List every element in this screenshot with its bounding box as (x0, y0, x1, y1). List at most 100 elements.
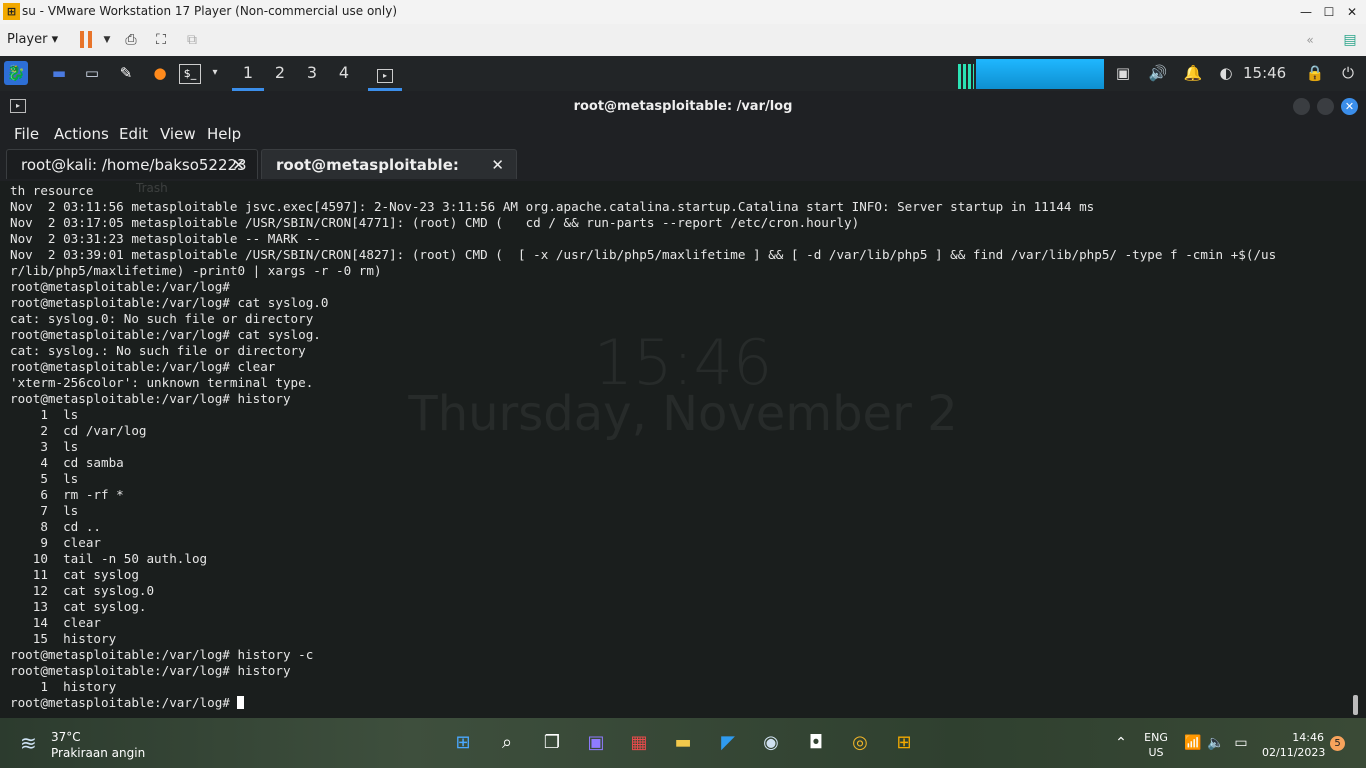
terminal-line: 12 cat syslog.0 (32, 583, 155, 598)
steam-icon[interactable]: ◉ (758, 730, 784, 756)
terminal-maximize-button[interactable] (1317, 98, 1334, 115)
volume-icon[interactable]: 🔊 (1146, 61, 1170, 85)
search-icon[interactable]: ⌕ (494, 730, 520, 756)
terminal-line: 6 rm -rf * (40, 487, 124, 502)
terminal-dropdown-icon[interactable]: ▾ (203, 61, 227, 85)
terminal-tab-bar: root@kali: /home/bakso52223 ✕ root@metas… (0, 147, 1366, 204)
kali-top-panel: 🐉 ▬ ▭ ✎ ● $_ ▾ 1 2 3 4 ▸ ▣ 🔊 🔔 ◐ 15:46 🔒… (0, 56, 1366, 91)
system-time: 14:46 (1292, 731, 1324, 744)
screen-icon[interactable]: ▣ (1111, 61, 1135, 85)
terminal-line: cat: syslog.0: No such file or directory (10, 311, 314, 326)
menu-edit[interactable]: Edit (119, 125, 148, 143)
power-manager-icon[interactable]: ◐ (1214, 61, 1238, 85)
terminal-line: Nov 2 03:11:56 metasploitable jsvc.exec[… (10, 199, 1095, 214)
menu-view[interactable]: View (160, 125, 196, 143)
pause-dropdown-icon[interactable]: ▼ (97, 30, 117, 50)
store-icon[interactable]: ▦ (626, 730, 652, 756)
notes-icon[interactable]: ▤ (1340, 30, 1360, 50)
language-indicator[interactable]: ENG US (1143, 730, 1169, 760)
system-date: 02/11/2023 (1262, 746, 1326, 759)
tab-metasploitable[interactable]: root@metasploitable: /var/log ✕ (261, 149, 517, 204)
app-icon[interactable]: ◘ (803, 730, 829, 756)
show-hidden-icons-icon[interactable]: ⌃ (1108, 730, 1134, 756)
menu-help[interactable]: Help (207, 125, 241, 143)
tab-kali-close-icon[interactable]: ✕ (232, 150, 245, 180)
terminal-line: root@metasploitable:/var/log# cat syslog… (10, 295, 329, 310)
notification-badge[interactable]: 5 (1330, 736, 1345, 751)
terminal-line: 9 clear (40, 535, 101, 550)
terminal-line: 7 ls (40, 503, 79, 518)
terminal-cursor (237, 696, 245, 709)
text-editor-icon[interactable]: ✎ (114, 61, 138, 85)
terminal-line: cat: syslog.: No such file or directory (10, 343, 306, 358)
windows-taskbar: ≋ 37°C Prakiraan angin ⊞ ⌕ ❐ ▣ ▦ ▬ ◤ ◉ ◘… (0, 718, 1366, 768)
terminal-line: 1 history (40, 679, 117, 694)
terminal-line: r/lib/php5/maxlifetime) -print0 | xargs … (10, 263, 382, 278)
tab-metasploitable-close-icon[interactable]: ✕ (491, 150, 504, 180)
workspace-2[interactable]: 2 (264, 56, 296, 91)
pause-icon-bar (88, 31, 92, 48)
minimize-button[interactable]: — (1294, 2, 1318, 22)
fullscreen-icon[interactable]: ⛶ (151, 30, 171, 50)
task-view-icon[interactable]: ❐ (539, 730, 565, 756)
language-line1: ENG (1144, 731, 1168, 744)
menu-actions[interactable]: Actions (54, 125, 109, 143)
terminal-window-title: root@metasploitable: /var/log (573, 99, 793, 114)
terminal-line: 2 cd /var/log (40, 423, 147, 438)
close-window-button[interactable]: ✕ (1340, 2, 1364, 22)
battery-icon[interactable]: ▭ (1228, 730, 1254, 756)
terminal-launcher-icon[interactable]: $_ (179, 64, 201, 84)
firefox-icon[interactable]: ● (148, 61, 172, 85)
send-ctrl-alt-del-icon[interactable]: ⎙ (121, 30, 141, 50)
terminal-line: root@metasploitable:/var/log# history (10, 391, 291, 406)
chrome-icon[interactable]: ◎ (847, 730, 873, 756)
terminal-line: root@metasploitable:/var/log# (10, 279, 230, 294)
terminal-line: 4 cd samba (40, 455, 124, 470)
vmware-toolbar: Player ▾ ▼ ⎙ ⛶ ⧉ « ▤ (0, 24, 1366, 57)
terminal-line: 13 cat syslog. (32, 599, 147, 614)
vmware-window-title: su - VMware Workstation 17 Player (Non-c… (22, 4, 398, 18)
terminal-prompt: root@metasploitable:/var/log# (10, 695, 238, 710)
workspace-3[interactable]: 3 (296, 56, 328, 91)
terminal-output-area[interactable]: 15:46 Thursday, November 2 Trash th reso… (0, 181, 1366, 718)
terminal-close-button[interactable]: ✕ (1341, 98, 1358, 115)
pause-icon[interactable] (80, 31, 84, 48)
vmware-taskbar-icon[interactable]: ⊞ (891, 730, 917, 756)
terminal-line: Nov 2 03:31:23 metasploitable -- MARK -- (10, 231, 321, 246)
player-menu-button[interactable]: Player ▾ (7, 32, 58, 47)
unity-icon[interactable]: ⧉ (182, 30, 202, 50)
collapse-toolbar-icon[interactable]: « (1300, 30, 1320, 50)
taskbar-terminal-window[interactable]: ▸ (368, 56, 402, 91)
start-icon[interactable]: ⊞ (450, 730, 476, 756)
terminal-minimize-button[interactable] (1293, 98, 1310, 115)
menu-file[interactable]: File (14, 125, 39, 143)
speaker-icon[interactable]: 🔈 (1203, 730, 1229, 756)
terminal-scrollbar[interactable] (1353, 695, 1358, 715)
logout-icon[interactable]: ⏻ (1336, 61, 1360, 85)
terminal-line: 10 tail -n 50 auth.log (32, 551, 208, 566)
terminal-lines: th resource Nov 2 03:11:56 metasploitabl… (10, 183, 1276, 694)
player-menu-label: Player (7, 32, 48, 47)
lock-screen-icon[interactable]: 🔒 (1303, 61, 1327, 85)
kali-menu-icon[interactable]: 🐉 (4, 61, 28, 85)
terminal-window-icon: ▸ (377, 69, 393, 83)
terminal-line: 15 history (32, 631, 117, 646)
file-manager-icon[interactable]: ▭ (80, 61, 104, 85)
weather-desc: Prakiraan angin (51, 746, 146, 760)
terminal-line: root@metasploitable:/var/log# clear (10, 359, 276, 374)
system-clock[interactable]: 14:46 02/11/2023 (1262, 730, 1326, 760)
file-explorer-icon[interactable]: ▬ (670, 730, 696, 756)
maximize-button[interactable]: ☐ (1317, 2, 1341, 22)
vscode-icon[interactable]: ◤ (715, 730, 741, 756)
meet-icon[interactable]: ▣ (583, 730, 609, 756)
show-desktop-icon[interactable]: ▬ (47, 61, 71, 85)
terminal-line: 5 ls (40, 471, 79, 486)
panel-clock[interactable]: 15:46 (1243, 61, 1286, 85)
terminal-line: 1 ls (40, 407, 79, 422)
workspace-1[interactable]: 1 (232, 56, 264, 91)
terminal-text: th resource Nov 2 03:11:56 metasploitabl… (10, 183, 1276, 711)
tab-kali[interactable]: root@kali: /home/bakso52223 ✕ (6, 149, 258, 179)
workspace-4[interactable]: 4 (328, 56, 360, 91)
terminal-title-bar: ▸ root@metasploitable: /var/log ✕ (0, 91, 1366, 122)
notification-bell-icon[interactable]: 🔔 (1181, 61, 1205, 85)
